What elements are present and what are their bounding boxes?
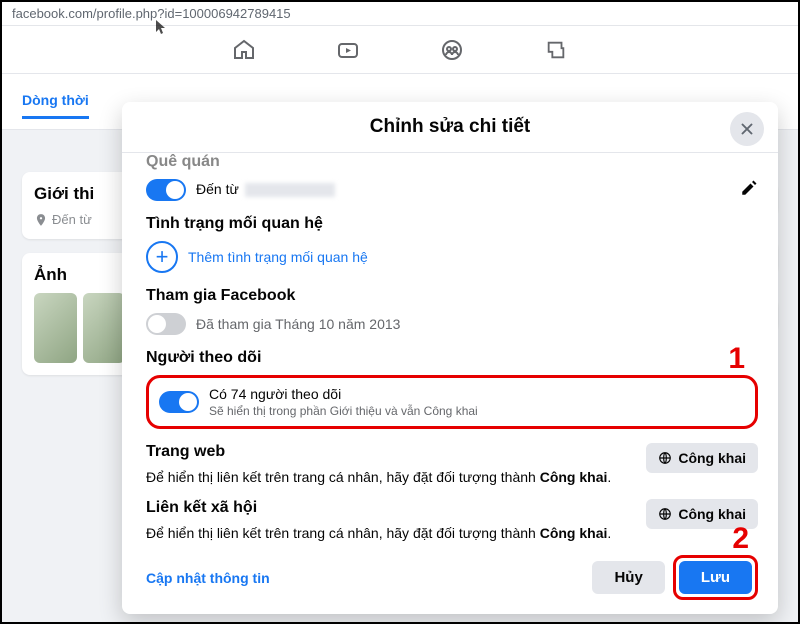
- update-info-link[interactable]: Cập nhật thông tin: [146, 570, 270, 586]
- hometown-toggle[interactable]: [146, 179, 186, 201]
- location-prefix: Đến từ: [52, 212, 92, 227]
- plus-icon: +: [146, 241, 178, 273]
- gaming-icon[interactable]: [544, 38, 568, 62]
- hometown-title: Quê quán: [146, 153, 758, 171]
- section-joined: Tham gia Facebook Đã tham gia Tháng 10 n…: [146, 287, 758, 335]
- edit-details-modal: Chỉnh sửa chi tiết Quê quán Đến từ Tình …: [122, 102, 778, 614]
- modal-footer: Cập nhật thông tin Hủy 2 Lưu: [146, 549, 758, 600]
- privacy-label: Công khai: [678, 506, 746, 522]
- photo-thumb[interactable]: [34, 293, 77, 363]
- url-bar: facebook.com/profile.php?id=100006942789…: [2, 2, 798, 26]
- modal-header: Chỉnh sửa chi tiết: [122, 102, 778, 153]
- add-relationship-button[interactable]: + Thêm tình trạng mối quan hệ: [146, 241, 758, 273]
- relationship-title: Tình trạng mối quan hệ: [146, 215, 758, 233]
- modal-title: Chỉnh sửa chi tiết: [138, 116, 762, 138]
- modal-body[interactable]: Quê quán Đến từ Tình trạng mối quan hệ +…: [122, 153, 778, 614]
- intro-card: Giới thi Đến từ: [22, 172, 137, 239]
- save-button[interactable]: Lưu: [679, 561, 752, 594]
- website-desc: Để hiển thị liên kết trên trang cá nhân,…: [146, 469, 636, 485]
- joined-toggle[interactable]: [146, 313, 186, 335]
- home-icon[interactable]: [232, 38, 256, 62]
- photos-card: Ảnh: [22, 253, 137, 375]
- url-text: facebook.com/profile.php?id=100006942789…: [12, 6, 291, 21]
- save-highlight: 2 Lưu: [673, 555, 758, 600]
- social-desc: Để hiển thị liên kết trên trang cá nhân,…: [146, 525, 636, 541]
- followers-sub: Sẽ hiển thị trong phần Giới thiệu và vẫn…: [209, 404, 745, 418]
- website-privacy-button[interactable]: Công khai: [646, 443, 758, 473]
- joined-title: Tham gia Facebook: [146, 287, 758, 305]
- followers-title: Người theo dõi: [146, 349, 758, 367]
- section-website: Trang web Để hiển thị liên kết trên tran…: [146, 443, 758, 485]
- intro-location: Đến từ: [34, 212, 125, 227]
- globe-icon: [658, 507, 672, 521]
- close-icon: [738, 120, 756, 138]
- callout-1: 1: [728, 342, 745, 376]
- social-title: Liên kết xã hội: [146, 499, 636, 517]
- profile-sidebar: Giới thi Đến từ Ảnh: [22, 172, 137, 389]
- joined-text: Đã tham gia Tháng 10 năm 2013: [196, 316, 758, 332]
- edit-icon[interactable]: [740, 179, 758, 202]
- add-relationship-label: Thêm tình trạng mối quan hệ: [188, 249, 368, 265]
- section-followers: Người theo dõi 1 Có 74 người theo dõi Sẽ…: [146, 349, 758, 429]
- section-hometown: Quê quán Đến từ: [146, 153, 758, 201]
- close-button[interactable]: [730, 112, 764, 146]
- watch-icon[interactable]: [336, 38, 360, 62]
- intro-heading: Giới thi: [34, 184, 125, 204]
- photo-thumb[interactable]: [83, 293, 126, 363]
- hometown-value-redacted: [245, 183, 335, 197]
- section-relationship: Tình trạng mối quan hệ + Thêm tình trạng…: [146, 215, 758, 273]
- followers-toggle[interactable]: [159, 391, 199, 413]
- hometown-from: Đến từ: [196, 181, 239, 197]
- callout-2: 2: [732, 522, 749, 556]
- cancel-button[interactable]: Hủy: [592, 561, 664, 594]
- privacy-label: Công khai: [678, 450, 746, 466]
- top-navigation: [2, 26, 798, 74]
- followers-text: Có 74 người theo dõi: [209, 386, 745, 402]
- photos-heading: Ảnh: [34, 265, 125, 285]
- website-title: Trang web: [146, 443, 636, 461]
- followers-highlight: 1 Có 74 người theo dõi Sẽ hiển thị trong…: [146, 375, 758, 429]
- globe-icon: [658, 451, 672, 465]
- groups-icon[interactable]: [440, 38, 464, 62]
- section-social: Liên kết xã hội Để hiển thị liên kết trê…: [146, 499, 758, 541]
- tab-timeline[interactable]: Dòng thời: [22, 84, 89, 119]
